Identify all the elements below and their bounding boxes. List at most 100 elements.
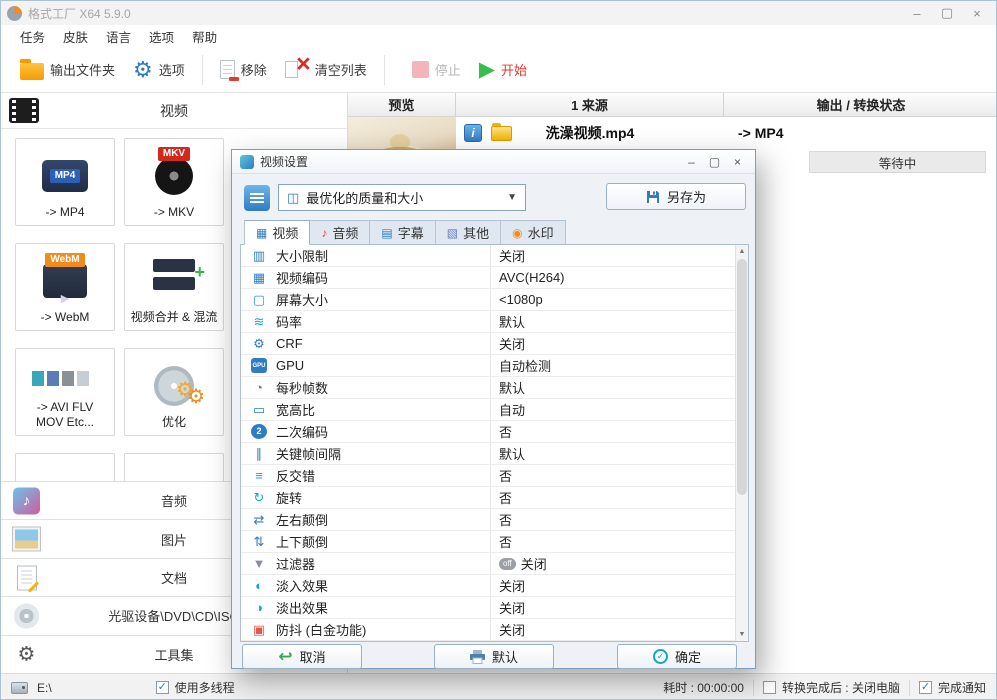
start-button[interactable]: ▶ 开始	[470, 55, 536, 84]
statusbar-separator	[909, 680, 910, 696]
notify-checkbox[interactable]: ✓	[919, 681, 932, 694]
setting-row[interactable]: ⇄ 左右颠倒 否	[241, 509, 748, 531]
setting-row[interactable]: ▢ 屏幕大小 <1080p	[241, 289, 748, 311]
setting-row[interactable]: ▥ 大小限制 关闭	[241, 245, 748, 267]
setting-value-cell[interactable]: 否	[491, 465, 748, 486]
dialog-maximize-icon[interactable]: ▢	[703, 150, 726, 174]
format-tile[interactable]: MP4 -> MP4	[15, 138, 115, 226]
format-tile[interactable]: MKV -> MKV	[124, 138, 224, 226]
setting-row[interactable]: 2 二次编码 否	[241, 421, 748, 443]
format-tile-partial[interactable]	[15, 453, 115, 481]
elapsed-time: 耗时 : 00:00:00	[663, 679, 744, 696]
clear-list-button[interactable]: × 清空列表	[276, 55, 376, 84]
dialog-tab[interactable]: ♪ 音频	[310, 220, 370, 245]
setting-row[interactable]: ▭ 宽高比 自动	[241, 399, 748, 421]
setting-value-cell[interactable]: AVC(H264)	[491, 267, 748, 288]
multithread-checkbox[interactable]: ✓	[156, 681, 169, 694]
setting-value-cell[interactable]: 关闭	[491, 245, 748, 266]
remove-file-icon	[220, 60, 235, 79]
setting-row[interactable]: ▦ 视频编码 AVC(H264)	[241, 267, 748, 289]
dialog-tab[interactable]: ▧ 其他	[436, 220, 501, 245]
setting-row[interactable]: ▼ 过滤器 off 关闭	[241, 553, 748, 575]
setting-value-cell[interactable]: 关闭	[491, 597, 748, 618]
format-tile[interactable]: 视频合并 & 混流	[124, 243, 224, 331]
setting-value-cell[interactable]: 默认	[491, 443, 748, 464]
setting-value: 默认	[499, 444, 525, 463]
settings-scrollbar[interactable]: ▲ ▼	[735, 245, 748, 641]
setting-value: 否	[499, 532, 512, 551]
dialog-tab[interactable]: ▦ 视频	[244, 220, 310, 245]
setting-value-cell[interactable]: 默认	[491, 311, 748, 332]
maximize-icon[interactable]: ▢	[932, 1, 962, 25]
scroll-down-icon[interactable]: ▼	[736, 628, 748, 641]
scroll-up-icon[interactable]: ▲	[736, 245, 748, 258]
dialog-close-icon[interactable]: ×	[726, 150, 749, 174]
setting-row[interactable]: ≡ 反交错 否	[241, 465, 748, 487]
ok-button[interactable]: ✓ 确定	[617, 644, 737, 669]
shutdown-checkbox[interactable]	[763, 681, 776, 694]
menu-item[interactable]: 皮肤	[54, 25, 97, 48]
dialog-tab[interactable]: ▤ 字幕	[370, 220, 435, 245]
cancel-button[interactable]: ↩ 取消	[242, 644, 362, 669]
setting-row[interactable]: ◔ 每秒帧数 默认	[241, 377, 748, 399]
menu-item[interactable]: 选项	[140, 25, 183, 48]
dialog-minimize-icon[interactable]: –	[680, 150, 703, 174]
setting-icon: ⇄	[251, 512, 267, 527]
setting-row[interactable]: ◑ 淡出效果 关闭	[241, 597, 748, 619]
scrollbar-thumb[interactable]	[737, 259, 747, 495]
setting-row[interactable]: ⚙ CRF 关闭	[241, 333, 748, 355]
video-category-header[interactable]: 视频	[1, 93, 347, 129]
setting-value: 关闭	[521, 554, 547, 573]
menu-item[interactable]: 任务	[11, 25, 54, 48]
setting-value: 关闭	[499, 334, 525, 353]
remove-button[interactable]: 移除	[211, 56, 276, 83]
stop-button[interactable]: 停止	[403, 56, 470, 83]
menu-item[interactable]: 语言	[97, 25, 140, 48]
format-tile-icon	[127, 356, 221, 415]
column-header[interactable]: 1 来源	[456, 93, 724, 116]
output-folder-button[interactable]: 输出文件夹	[11, 56, 124, 84]
setting-value-cell[interactable]: 否	[491, 421, 748, 442]
menu-item[interactable]: 帮助	[183, 25, 226, 48]
setting-row[interactable]: GPU GPU 自动检测	[241, 355, 748, 377]
toolbar-separator	[202, 55, 203, 85]
options-button[interactable]: ⚙ 选项	[124, 55, 194, 85]
setting-name-cell: ≡ 反交错	[241, 465, 491, 486]
status-bar: E:\ ✓ 使用多线程 耗时 : 00:00:00 转换完成后 : 关闭电脑 ✓…	[1, 673, 996, 700]
setting-name: 屏幕大小	[276, 290, 328, 309]
format-tile[interactable]: WebM -> WebM	[15, 243, 115, 331]
setting-row[interactable]: ≋ 码率 默认	[241, 311, 748, 333]
setting-row[interactable]: ↻ 旋转 否	[241, 487, 748, 509]
format-tile-icon: WebM	[18, 251, 112, 310]
setting-row[interactable]: ∥ 关键帧间隔 默认	[241, 443, 748, 465]
format-tile[interactable]: 优化	[124, 348, 224, 436]
column-header[interactable]: 预览	[348, 93, 456, 116]
default-button[interactable]: 默认	[434, 644, 554, 669]
setting-value-cell[interactable]: <1080p	[491, 289, 748, 310]
setting-value-cell[interactable]: 关闭	[491, 619, 748, 640]
setting-value-cell[interactable]: 否	[491, 531, 748, 552]
save-as-button[interactable]: 另存为	[606, 183, 746, 210]
setting-value-cell[interactable]: 关闭	[491, 575, 748, 596]
setting-value-cell[interactable]: 否	[491, 487, 748, 508]
setting-value-cell[interactable]: off 关闭	[491, 553, 748, 574]
setting-name-cell: ⇅ 上下颠倒	[241, 531, 491, 552]
format-tile-icon: MKV	[127, 146, 221, 205]
dialog-tab[interactable]: ◉ 水印	[501, 220, 566, 245]
quality-preset-dropdown[interactable]: ◫ 最优化的质量和大小 ▼	[278, 184, 526, 211]
column-header[interactable]: 输出 / 转换状态	[724, 93, 997, 116]
setting-row[interactable]: ▣ 防抖 (白金功能) 关闭	[241, 619, 748, 641]
minimize-icon[interactable]: –	[902, 1, 932, 25]
format-tile[interactable]: -> AVI FLV MOV Etc...	[15, 348, 115, 436]
setting-value-cell[interactable]: 自动检测	[491, 355, 748, 376]
setting-value-cell[interactable]: 否	[491, 509, 748, 530]
setting-row[interactable]: ⇅ 上下颠倒 否	[241, 531, 748, 553]
close-icon[interactable]: ×	[962, 1, 992, 25]
format-tile-partial[interactable]	[124, 453, 224, 481]
setting-value-cell[interactable]: 默认	[491, 377, 748, 398]
setting-value-cell[interactable]: 关闭	[491, 333, 748, 354]
multithread-label: 使用多线程	[175, 679, 235, 696]
setting-value-cell[interactable]: 自动	[491, 399, 748, 420]
setting-value: 否	[499, 466, 512, 485]
setting-row[interactable]: ◐ 淡入效果 关闭	[241, 575, 748, 597]
